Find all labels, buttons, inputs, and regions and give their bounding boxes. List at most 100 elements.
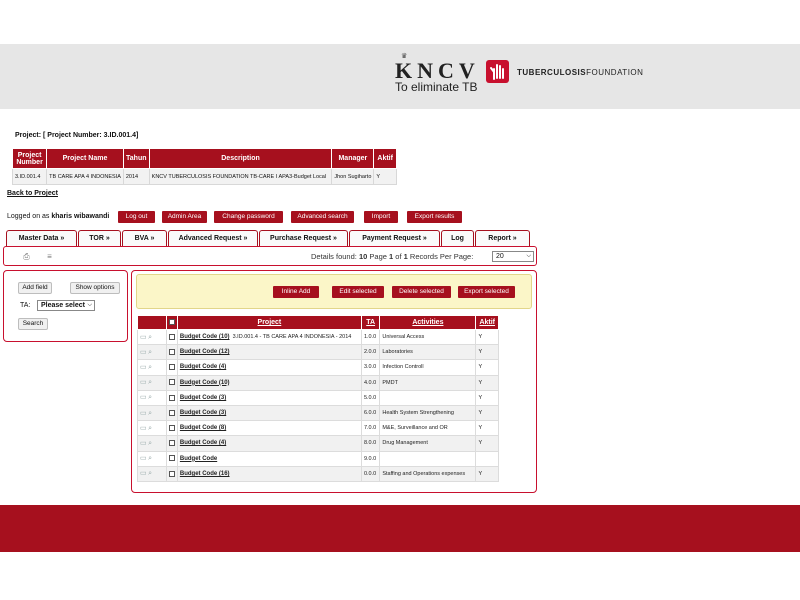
logo-foundation: TUBERCULOSISFOUNDATION	[517, 68, 644, 77]
cell-project: Budget Code (10) 3.ID.001.4 - TB CARE AP…	[176, 328, 362, 346]
edit-icon[interactable]: ⌕	[148, 394, 152, 401]
budget-code-link[interactable]: Budget Code (10)	[180, 380, 230, 386]
budget-code-link[interactable]: Budget Code (4)	[180, 440, 226, 446]
col-activities[interactable]: Activities	[379, 315, 477, 330]
tab-log[interactable]: Log	[441, 230, 474, 246]
hand-logo-icon	[486, 60, 509, 83]
cell-activities	[379, 450, 477, 467]
view-icon[interactable]: ▭	[140, 425, 147, 432]
export-results-button[interactable]: Export results	[407, 211, 462, 223]
checkbox-icon	[168, 455, 175, 462]
cell-project: Budget Code (16)	[176, 465, 362, 482]
print-preview-icon[interactable]: ≡	[45, 252, 54, 261]
row-checkbox[interactable]	[165, 404, 178, 422]
budget-code-link[interactable]: Budget Code (8)	[180, 425, 226, 431]
view-icon[interactable]: ▭	[140, 440, 147, 447]
tab-bva[interactable]: BVA »	[122, 230, 167, 246]
edit-icon[interactable]: ⌕	[148, 455, 152, 462]
table-row: ▭ ⌕ Budget Code (8) 7.0.0 M&E, Surveillanc…	[137, 420, 499, 437]
search-button[interactable]: Search	[18, 318, 48, 330]
view-icon[interactable]: ▭	[140, 394, 147, 401]
advanced-search-button[interactable]: Advanced search	[291, 211, 354, 223]
view-icon[interactable]: ▭	[140, 379, 147, 386]
checkbox-icon	[168, 409, 175, 416]
budget-code-link[interactable]: Budget Code (16)	[180, 471, 230, 477]
records-per-page-select[interactable]: 20 ⌵	[492, 251, 534, 262]
table-row: ▭ ⌕ Budget Code (4) 8.0.0 Drug Management Y	[137, 435, 499, 452]
row-actions: ▭ ⌕	[137, 420, 167, 437]
row-actions: ▭ ⌕	[137, 328, 167, 346]
cell-activities: Health System Strengthening	[379, 404, 477, 422]
inline-add-button[interactable]: Inline Add	[273, 286, 319, 298]
select-all-checkbox[interactable]	[165, 315, 178, 330]
edit-icon[interactable]: ⌕	[148, 440, 152, 447]
cell-activities: PMDT	[379, 374, 477, 391]
row-checkbox[interactable]	[165, 450, 178, 467]
tab-report[interactable]: Report »	[475, 230, 530, 246]
dropdown-caret-icon: ⌵	[87, 302, 92, 308]
row-checkbox[interactable]	[165, 374, 178, 391]
col-description: Description	[148, 148, 333, 169]
row-checkbox[interactable]	[165, 389, 178, 406]
col-project[interactable]: Project	[176, 315, 362, 330]
show-options-button[interactable]: Show options	[70, 282, 120, 294]
view-icon[interactable]: ▭	[140, 410, 147, 417]
edit-icon[interactable]: ⌕	[148, 379, 152, 386]
tab-master-data[interactable]: Master Data »	[6, 230, 77, 246]
row-checkbox[interactable]	[165, 435, 178, 452]
import-button[interactable]: Import	[364, 211, 398, 223]
delete-selected-button[interactable]: Delete selected	[392, 286, 451, 298]
table-row: ▭ ⌕ Budget Code (4) 3.0.0 Infection Contro…	[137, 359, 499, 376]
view-icon[interactable]: ▭	[140, 455, 147, 462]
back-to-project-link[interactable]: Back to Project	[7, 190, 58, 197]
print-icon[interactable]: ⎙	[22, 252, 31, 261]
dropdown-caret-icon: ⌵	[526, 253, 531, 259]
view-icon[interactable]: ▭	[140, 349, 147, 356]
col-ta[interactable]: TA	[360, 315, 381, 330]
add-field-button[interactable]: Add field	[18, 282, 52, 294]
col-aktif[interactable]: Aktif	[475, 315, 499, 330]
edit-selected-button[interactable]: Edit selected	[332, 286, 384, 298]
cell-aktif: Y	[373, 168, 397, 185]
edit-icon[interactable]: ⌕	[148, 425, 152, 432]
tab-purchase-request[interactable]: Purchase Request »	[259, 230, 348, 246]
edit-icon[interactable]: ⌕	[148, 470, 152, 477]
budget-code-link[interactable]: Budget Code (4)	[180, 364, 226, 370]
budget-code-link[interactable]: Budget Code (3)	[180, 410, 226, 416]
cell-project: Budget Code (4)	[176, 359, 362, 376]
row-checkbox[interactable]	[165, 465, 178, 482]
edit-icon[interactable]: ⌕	[148, 410, 152, 417]
footer-bar	[0, 505, 800, 552]
admin-area-button[interactable]: Admin Area	[162, 211, 207, 223]
export-selected-button[interactable]: Export selected	[458, 286, 515, 298]
cell-ta: 3.0.0	[360, 359, 381, 376]
view-icon[interactable]: ▭	[140, 334, 147, 341]
row-actions: ▭ ⌕	[137, 374, 167, 391]
edit-icon[interactable]: ⌕	[148, 364, 152, 371]
row-checkbox[interactable]	[165, 344, 178, 361]
budget-code-link[interactable]: Budget Code (3)	[180, 395, 226, 401]
logout-button[interactable]: Log out	[118, 211, 155, 223]
view-icon[interactable]: ▭	[140, 470, 147, 477]
cell-aktif: Y	[475, 435, 499, 452]
records-toolbar: ⎙ ≡ Details found: 10 Page 1 of 1 Record…	[3, 246, 537, 266]
tab-payment-request[interactable]: Payment Request »	[349, 230, 440, 246]
change-password-button[interactable]: Change password	[214, 211, 283, 223]
row-checkbox[interactable]	[165, 420, 178, 437]
ta-select[interactable]: Please select ⌵	[37, 300, 95, 311]
row-checkbox[interactable]	[165, 359, 178, 376]
budget-code-link[interactable]: Budget Code	[180, 456, 217, 462]
col-project-number: Project Number	[11, 148, 48, 169]
row-actions: ▭ ⌕	[137, 465, 167, 482]
table-row: ▭ ⌕ Budget Code (3) 6.0.0 Health System St…	[137, 404, 499, 422]
edit-icon[interactable]: ⌕	[148, 334, 152, 341]
tab-advanced-request[interactable]: Advanced Request »	[168, 230, 258, 246]
cell-aktif: Y	[475, 465, 499, 482]
row-checkbox[interactable]	[165, 328, 178, 346]
view-icon[interactable]: ▭	[140, 364, 147, 371]
budget-code-link[interactable]: Budget Code (12)	[180, 349, 230, 355]
edit-icon[interactable]: ⌕	[148, 349, 152, 356]
tab-tor[interactable]: TOR »	[78, 230, 121, 246]
row-actions: ▭ ⌕	[137, 435, 167, 452]
budget-code-link[interactable]: Budget Code (10)	[180, 334, 230, 340]
